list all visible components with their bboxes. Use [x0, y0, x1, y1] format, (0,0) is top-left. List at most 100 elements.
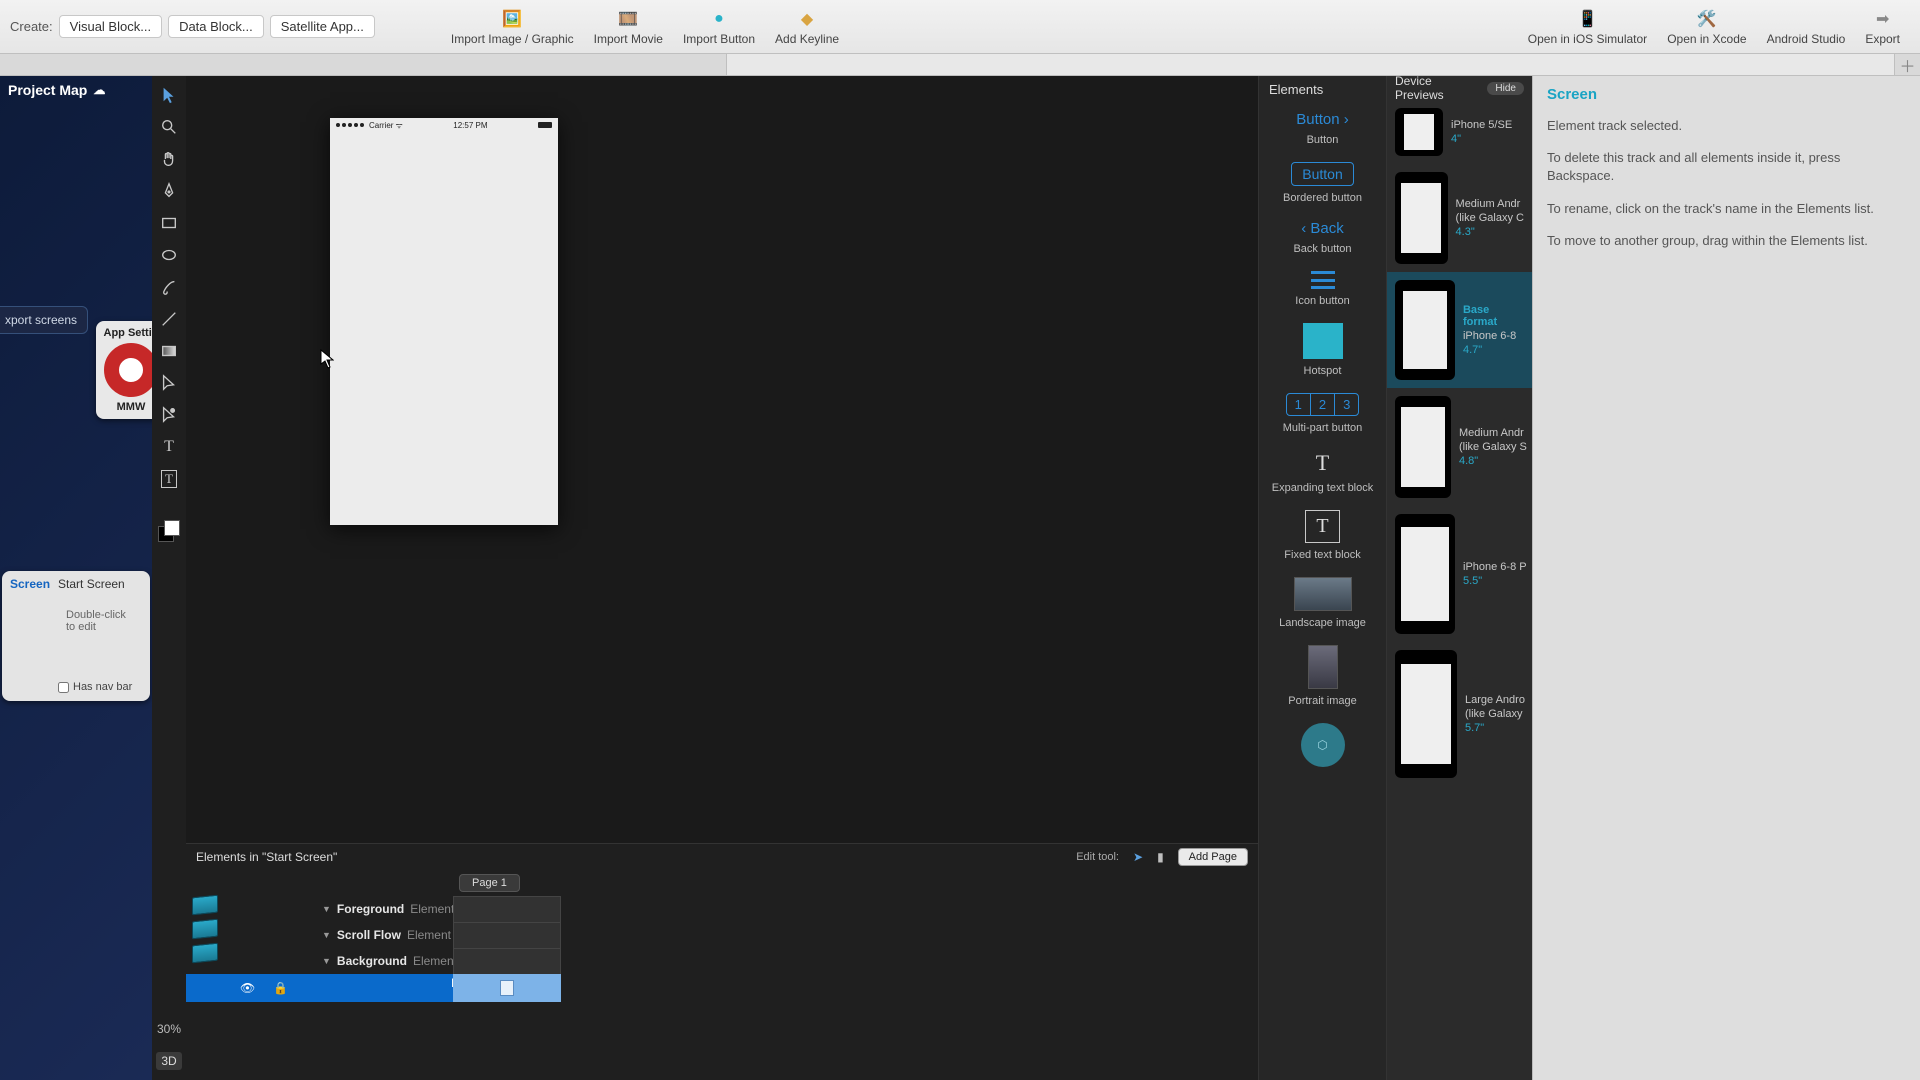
screen-card-name: Start Screen — [58, 577, 125, 591]
zoom-tool[interactable] — [158, 116, 180, 138]
open-ios-simulator-button[interactable]: 📱 Open in iOS Simulator — [1528, 8, 1647, 46]
battery-icon — [538, 122, 552, 128]
device-item-iphone6-8[interactable]: Base formatiPhone 6-84.7" — [1387, 272, 1532, 388]
device-item-iphone5[interactable]: iPhone 5/SE4" — [1387, 100, 1532, 164]
elements-library-panel: Elements Button › Button Button Bordered… — [1258, 76, 1386, 1080]
create-satellite-app-button[interactable]: Satellite App... — [270, 15, 375, 38]
color-swatch[interactable] — [158, 520, 180, 542]
disclosure-triangle-icon[interactable]: ▼ — [322, 930, 331, 940]
document-tab[interactable] — [0, 54, 727, 75]
device-size: 4.8" — [1459, 455, 1527, 467]
app-card-title: App Settin — [102, 327, 152, 339]
device-item-iphone-plus[interactable]: iPhone 6-8 P5.5" — [1387, 506, 1532, 642]
element-item-hotspot[interactable]: Hotspot — [1259, 315, 1386, 385]
pen-tool[interactable] — [158, 180, 180, 202]
keyline-icon: ◆ — [796, 8, 818, 30]
canvas-area[interactable]: Carrier ᯤ 12:57 PM Elements in "Start Sc… — [186, 76, 1258, 1080]
tab-strip: ＋ — [0, 54, 1920, 76]
page-chip[interactable]: Page 1 — [459, 874, 520, 892]
element-item-multipart-button[interactable]: 123 Multi-part button — [1259, 385, 1386, 442]
android-studio-button[interactable]: Android Studio — [1767, 8, 1846, 46]
export-screens-bubble[interactable]: xport screens — [0, 306, 88, 334]
device-item-large-android[interactable]: Large Andro(like Galaxy5.7" — [1387, 642, 1532, 786]
device-name: Medium Andr — [1456, 198, 1524, 210]
direct-select-tool[interactable] — [158, 372, 180, 394]
add-tab-button[interactable]: ＋ — [1894, 54, 1920, 75]
layer-icon[interactable] — [192, 895, 218, 916]
device-name: Medium Andr — [1459, 427, 1527, 439]
edit-tool-clip-icon[interactable]: ▮ — [1157, 850, 1164, 864]
has-nav-bar-checkbox[interactable]: Has nav bar — [58, 681, 132, 693]
element-label: Multi-part button — [1283, 422, 1362, 434]
layer-icon[interactable] — [192, 943, 218, 964]
element-label: Landscape image — [1279, 617, 1366, 629]
element-item-geometry[interactable]: ⬡ — [1259, 715, 1386, 775]
element-item-fixed-text[interactable]: T Fixed text block — [1259, 502, 1386, 569]
open-xcode-button[interactable]: 🛠️ Open in Xcode — [1667, 8, 1746, 46]
android-studio-icon — [1795, 8, 1817, 30]
export-button[interactable]: ➡︎ Export — [1865, 8, 1900, 46]
top-toolbar: Create: Visual Block... Data Block... Sa… — [0, 0, 1920, 54]
edit-tool-arrow-icon[interactable]: ➤ — [1133, 850, 1143, 864]
screen-card-heading: Screen — [10, 577, 50, 591]
text-box-tool[interactable]: T — [158, 468, 180, 490]
device-item-android-43[interactable]: Medium Andr(like Galaxy C4.3" — [1387, 164, 1532, 272]
selected-track-block[interactable] — [453, 974, 561, 1002]
line-tool[interactable] — [158, 308, 180, 330]
rectangle-tool[interactable] — [158, 212, 180, 234]
add-keyline-button[interactable]: ◆ Add Keyline — [775, 8, 839, 46]
inspector-text: Element track selected. — [1547, 117, 1906, 135]
element-item-back-button[interactable]: ‹ Back Back button — [1259, 212, 1386, 263]
element-item-bordered-button[interactable]: Button Bordered button — [1259, 154, 1386, 212]
device-frame-icon — [1395, 650, 1457, 778]
button-preview: Button › — [1296, 111, 1349, 128]
device-sub: (like Galaxy — [1465, 708, 1525, 720]
add-page-button[interactable]: Add Page — [1178, 848, 1248, 866]
node-select-tool[interactable] — [158, 404, 180, 426]
simulator-icon: 📱 — [1576, 8, 1598, 30]
gradient-tool[interactable] — [158, 340, 180, 362]
lock-icon[interactable]: 🔒 — [273, 981, 288, 995]
device-name: iPhone 6-8 P — [1463, 561, 1527, 573]
hide-device-previews-button[interactable]: Hide — [1487, 82, 1524, 95]
tool-palette: T T 30% 3D — [152, 76, 186, 1080]
device-item-android-48[interactable]: Medium Andr(like Galaxy S4.8" — [1387, 388, 1532, 506]
foreground-color-swatch[interactable] — [164, 520, 180, 536]
select-tool[interactable] — [158, 84, 180, 106]
inspector-text: To rename, click on the track's name in … — [1547, 200, 1906, 218]
element-item-icon-button[interactable]: Icon button — [1259, 263, 1386, 315]
disclosure-triangle-icon[interactable]: ▼ — [322, 956, 331, 966]
import-movie-label: Import Movie — [594, 32, 663, 46]
import-image-button[interactable]: 🖼️ Import Image / Graphic — [451, 8, 574, 46]
import-button-button[interactable]: ● Import Button — [683, 8, 755, 46]
element-label: Button — [1307, 134, 1339, 146]
text-tool[interactable]: T — [158, 436, 180, 458]
device-frame-icon — [1395, 172, 1448, 264]
layer-icon[interactable] — [192, 919, 218, 940]
hand-tool[interactable] — [158, 148, 180, 170]
create-label: Create: — [10, 19, 53, 34]
ellipse-tool[interactable] — [158, 244, 180, 266]
three-d-toggle[interactable]: 3D — [156, 1052, 181, 1070]
device-name: Large Andro — [1465, 694, 1525, 706]
inspector-text: To delete this track and all elements in… — [1547, 149, 1906, 185]
track-thumbnail-icon — [500, 980, 514, 996]
has-nav-bar-label: Has nav bar — [73, 681, 132, 693]
app-settings-card[interactable]: App Settin MMW — [96, 321, 152, 419]
import-movie-button[interactable]: 🎞️ Import Movie — [594, 8, 663, 46]
element-item-button[interactable]: Button › Button — [1259, 103, 1386, 154]
element-item-expanding-text[interactable]: T Expanding text block — [1259, 442, 1386, 502]
disclosure-triangle-icon[interactable]: ▼ — [322, 904, 331, 914]
screen-card[interactable]: Screen Start Screen Double-click to edit… — [2, 571, 150, 701]
brush-tool[interactable] — [158, 276, 180, 298]
landscape-image-preview — [1294, 577, 1352, 611]
create-data-block-button[interactable]: Data Block... — [168, 15, 264, 38]
has-nav-bar-input[interactable] — [58, 682, 69, 693]
create-visual-block-button[interactable]: Visual Block... — [59, 15, 162, 38]
element-item-landscape-image[interactable]: Landscape image — [1259, 569, 1386, 637]
device-frame-icon — [1395, 514, 1455, 634]
xcode-icon: 🛠️ — [1696, 8, 1718, 30]
visibility-icon[interactable]: 👁 — [240, 981, 255, 995]
element-item-portrait-image[interactable]: Portrait image — [1259, 637, 1386, 715]
plus-icon: ＋ — [1899, 53, 1915, 77]
